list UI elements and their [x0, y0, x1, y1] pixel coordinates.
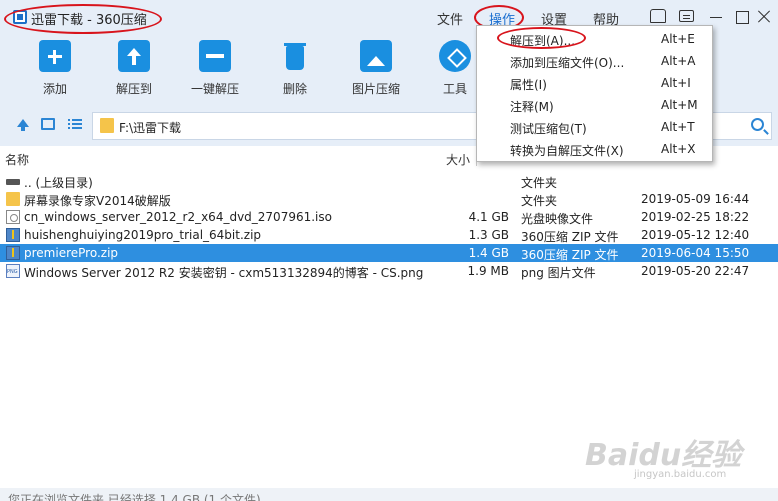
column-name-header[interactable]: 名称 [5, 151, 29, 168]
menu-item-shortcut: Alt+T [661, 120, 695, 134]
feedback-icon[interactable] [679, 10, 694, 22]
menu-file[interactable]: 文件 [437, 9, 463, 28]
skin-icon[interactable] [650, 9, 666, 23]
table-row[interactable]: cn_windows_server_2012_r2_x64_dvd_270796… [0, 208, 778, 226]
arrow-up-icon[interactable] [17, 119, 29, 131]
file-name: premierePro.zip [24, 246, 119, 260]
close-icon[interactable] [755, 8, 773, 26]
title-annotation-circle [4, 4, 162, 34]
one-click-extract-button[interactable]: 一键解压 [179, 40, 251, 97]
menu-item-label: 注释(M) [510, 100, 554, 114]
table-row[interactable]: 屏幕录像专家V2014破解版 文件夹 2019-05-09 16:44 [0, 190, 778, 208]
table-row-selected[interactable]: premierePro.zip 1.4 GB 360压缩 ZIP 文件 2019… [0, 244, 778, 262]
folder-icon [6, 192, 20, 206]
menu-item-label: 属性(I) [510, 78, 547, 92]
trash-icon [279, 40, 311, 72]
folder-icon [100, 118, 114, 133]
list-view-icon[interactable] [68, 117, 82, 131]
image-compress-icon [360, 40, 392, 72]
extract-to-annotation-circle [497, 27, 586, 49]
menu-item-comment[interactable]: 注释(M) Alt+M [477, 94, 712, 116]
image-compress-button[interactable]: 图片压缩 [340, 40, 412, 97]
zip-file-icon [6, 246, 20, 260]
menu-item-label: 转换为自解压文件(X) [510, 144, 624, 158]
file-size: 4.1 GB [468, 210, 509, 224]
extract-to-icon [118, 40, 150, 72]
menu-item-shortcut: Alt+X [661, 142, 696, 156]
file-name: .. (上级目录) [24, 176, 93, 190]
menu-item-label: 添加到压缩文件(O)... [510, 56, 625, 70]
menu-item-shortcut: Alt+I [661, 76, 691, 90]
menu-item-add-to-archive[interactable]: 添加到压缩文件(O)... Alt+A [477, 50, 712, 72]
minimize-icon[interactable] [707, 8, 725, 26]
status-text: 您正在浏览文件夹,已经选择 1.4 GB (1 个文件) [8, 493, 261, 501]
file-type: 360压缩 ZIP 文件 [521, 248, 619, 262]
file-name: huishenghuiying2019pro_trial_64bit.zip [24, 228, 262, 242]
file-name: cn_windows_server_2012_r2_x64_dvd_270796… [24, 210, 332, 224]
png-file-icon [6, 264, 20, 278]
file-name: Windows Server 2012 R2 安装密钥 - cxm5131328… [24, 266, 424, 280]
baidu-watermark-url: jingyan.baidu.com [634, 469, 727, 480]
iso-file-icon [6, 210, 20, 224]
delete-label: 删除 [282, 82, 307, 96]
one-click-extract-label: 一键解压 [190, 82, 239, 96]
image-compress-label: 图片压缩 [351, 82, 400, 96]
maximize-icon[interactable] [733, 8, 751, 26]
column-size-header[interactable]: 大小 [446, 151, 470, 168]
extract-to-button[interactable]: 解压到 [98, 40, 170, 97]
table-row[interactable]: huishenghuiying2019pro_trial_64bit.zip 1… [0, 226, 778, 244]
file-name: 屏幕录像专家V2014破解版 [24, 194, 171, 208]
add-label: 添加 [42, 82, 67, 96]
file-type: 文件夹 [521, 176, 558, 190]
file-date: 2019-02-25 18:22 [641, 210, 750, 224]
zip-file-icon [6, 228, 20, 242]
add-icon [39, 40, 71, 72]
extract-to-label: 解压到 [115, 82, 152, 96]
delete-button[interactable]: 删除 [259, 40, 331, 97]
menu-item-shortcut: Alt+E [661, 32, 695, 46]
menu-item-properties[interactable]: 属性(I) Alt+I [477, 72, 712, 94]
thumbnail-view-icon[interactable] [41, 118, 55, 130]
baidu-watermark: Baidu经验 [585, 438, 742, 473]
file-type: 光盘映像文件 [521, 212, 594, 226]
menu-item-shortcut: Alt+A [661, 54, 696, 68]
menu-item-test-archive[interactable]: 测试压缩包(T) Alt+T [477, 116, 712, 138]
parent-dir-icon [6, 179, 20, 185]
file-size: 1.3 GB [468, 228, 509, 242]
status-bar: 您正在浏览文件夹,已经选择 1.4 GB (1 个文件) [0, 488, 778, 501]
file-date: 2019-05-09 16:44 [641, 192, 750, 206]
address-path[interactable]: F:\迅雷下载 [119, 119, 181, 136]
table-row[interactable]: Windows Server 2012 R2 安装密钥 - cxm5131328… [0, 262, 778, 280]
search-icon[interactable] [751, 118, 764, 131]
file-size: 1.9 MB [467, 264, 509, 278]
file-list: .. (上级目录) 文件夹 屏幕录像专家V2014破解版 文件夹 2019-05… [0, 172, 778, 280]
file-date: 2019-05-20 22:47 [641, 264, 750, 278]
file-date: 2019-05-12 12:40 [641, 228, 750, 242]
file-size: 1.4 GB [468, 246, 509, 260]
menu-item-shortcut: Alt+M [661, 98, 698, 112]
one-click-extract-icon [199, 40, 231, 72]
add-button[interactable]: 添加 [19, 40, 91, 97]
table-row[interactable]: .. (上级目录) 文件夹 [0, 172, 778, 190]
file-type: png 图片文件 [521, 266, 596, 280]
file-type: 360压缩 ZIP 文件 [521, 230, 619, 244]
file-date: 2019-06-04 15:50 [641, 246, 750, 260]
menu-item-label: 测试压缩包(T) [510, 122, 587, 136]
tools-icon [439, 40, 471, 72]
file-type: 文件夹 [521, 194, 558, 208]
menu-item-convert-sfx[interactable]: 转换为自解压文件(X) Alt+X [477, 138, 712, 160]
